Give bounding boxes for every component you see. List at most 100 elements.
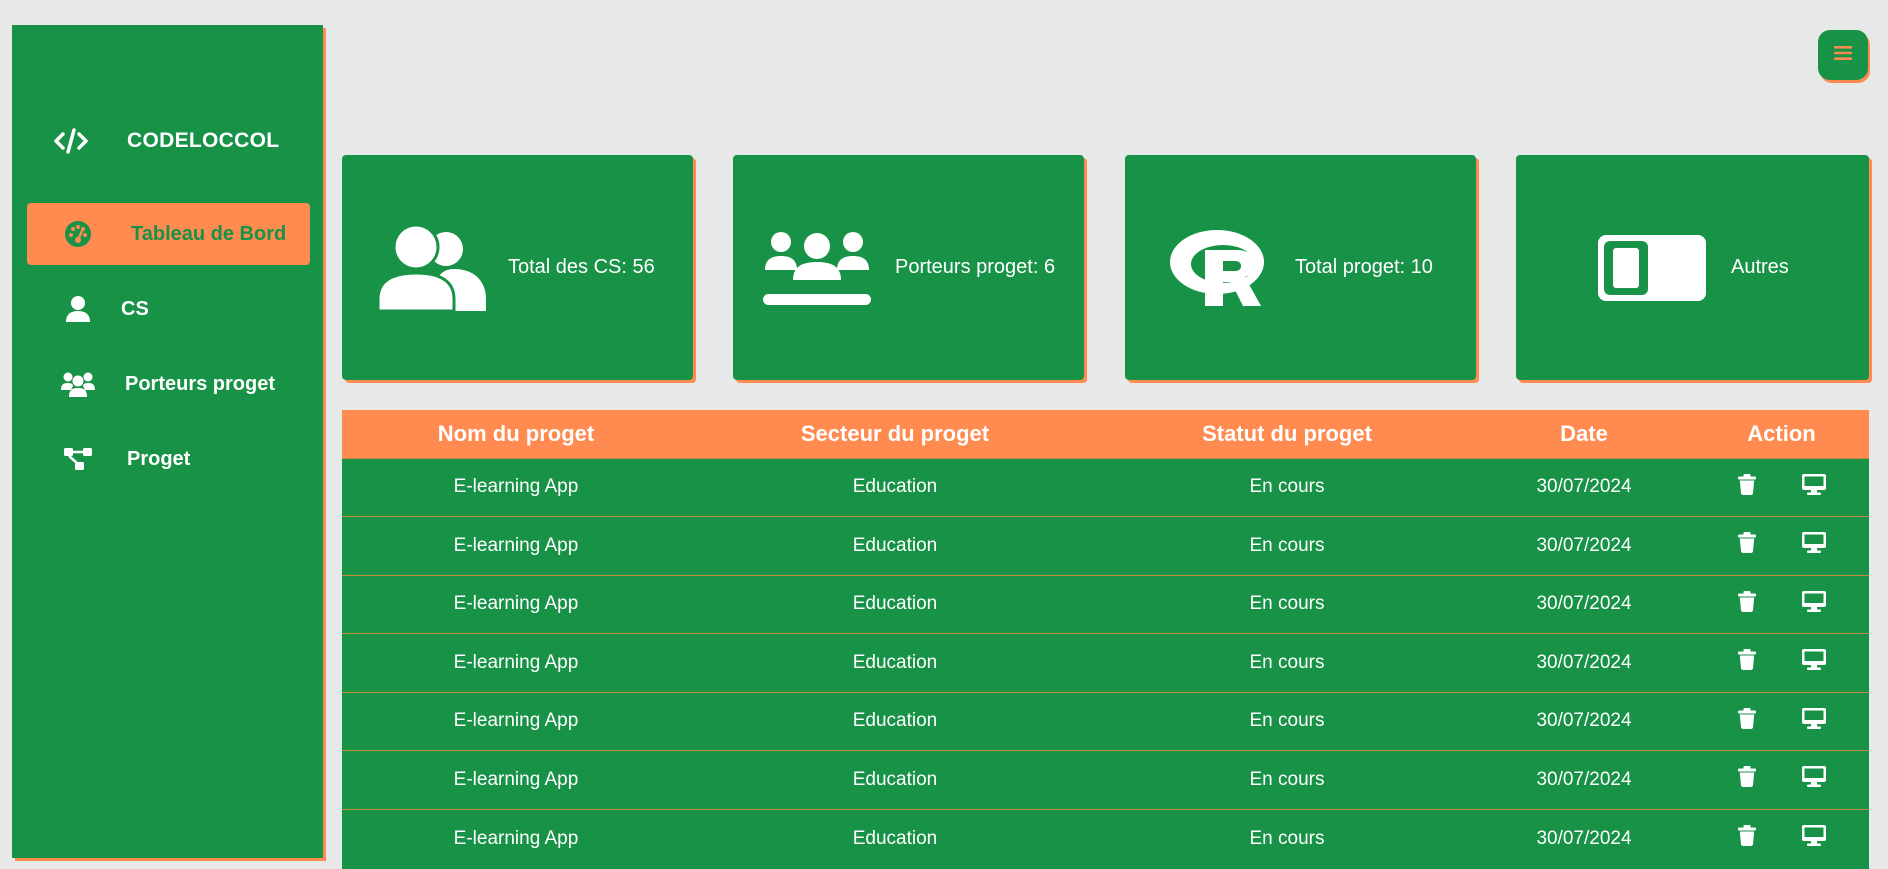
cell-date: 30/07/2024: [1474, 750, 1694, 809]
delete-button[interactable]: [1737, 707, 1756, 735]
desktop-icon: [1801, 766, 1826, 793]
desktop-icon: [1801, 649, 1826, 676]
sidebar-item-label: CS: [121, 297, 149, 320]
cell-secteur: Education: [690, 574, 1100, 634]
cell-nom: E-learning App: [342, 691, 690, 751]
user-group-icon: [378, 224, 486, 311]
view-button[interactable]: [1801, 766, 1826, 793]
cell-action: [1694, 808, 1869, 868]
desktop-icon: [1801, 473, 1826, 501]
cell-date: 30/07/2024: [1474, 574, 1694, 634]
cell-date: 30/07/2024: [1474, 808, 1694, 868]
sidebar-item-proget[interactable]: Proget: [27, 428, 310, 490]
cell-nom: E-learning App: [342, 457, 690, 517]
view-button[interactable]: [1801, 532, 1826, 559]
trash-icon: [1737, 532, 1756, 559]
sidebar-item-label: Proget: [127, 447, 191, 470]
trash-icon: [1737, 649, 1756, 676]
sidebar-item-cs[interactable]: CS: [27, 278, 310, 340]
stat-card-label: Autres: [1731, 256, 1789, 278]
column-header-date[interactable]: Date: [1474, 410, 1694, 458]
menu-toggle-button[interactable]: [1818, 30, 1868, 80]
cell-secteur: Education: [690, 750, 1100, 809]
delete-button[interactable]: [1737, 825, 1756, 852]
cell-statut: En cours: [1100, 691, 1474, 751]
sidebar-item-label: Porteurs proget: [125, 372, 276, 395]
cell-action: [1694, 574, 1869, 634]
toggle-icon: [1598, 234, 1706, 301]
cell-statut: En cours: [1100, 808, 1474, 868]
stat-card-label: Total des CS: 56: [508, 256, 655, 278]
sidebar-item-tableau-de-bord[interactable]: Tableau de Bord: [27, 203, 310, 265]
stat-card-total-proget[interactable]: Total proget: 10: [1125, 155, 1476, 380]
desktop-icon: [1801, 707, 1826, 735]
delete-button[interactable]: [1737, 766, 1756, 793]
menu-icon: [1834, 45, 1852, 66]
table-body: E-learning App Education En cours 30/07/…: [342, 457, 1869, 868]
sidebar: CODELOCCOL Tableau de Bord CS Porteurs p…: [12, 25, 323, 858]
trash-icon: [1737, 766, 1756, 793]
column-header-action: Action: [1694, 410, 1869, 458]
projects-table-container: Nom du proget Secteur du proget Statut d…: [342, 410, 1869, 869]
cell-date: 30/07/2024: [1474, 633, 1694, 692]
people-roof-icon: [763, 230, 871, 306]
sidebar-nav: Tableau de Bord CS Porteurs proget Proge…: [27, 203, 310, 503]
view-button[interactable]: [1801, 473, 1826, 501]
cell-nom: E-learning App: [342, 808, 690, 868]
cell-nom: E-learning App: [342, 516, 690, 575]
stat-card-porteurs-proget[interactable]: Porteurs proget: 6: [733, 155, 1084, 380]
cell-nom: E-learning App: [342, 633, 690, 692]
r-project-icon: [1169, 228, 1269, 308]
view-button[interactable]: [1801, 825, 1826, 852]
column-header-statut[interactable]: Statut du proget: [1100, 410, 1474, 458]
cell-statut: En cours: [1100, 750, 1474, 809]
view-button[interactable]: [1801, 590, 1826, 618]
cell-action: [1694, 750, 1869, 809]
table-row: E-learning App Education En cours 30/07/…: [342, 633, 1869, 692]
cell-statut: En cours: [1100, 633, 1474, 692]
cell-nom: E-learning App: [342, 574, 690, 634]
column-header-nom[interactable]: Nom du proget: [342, 410, 690, 458]
cell-nom: E-learning App: [342, 750, 690, 809]
delete-button[interactable]: [1737, 473, 1756, 501]
trash-icon: [1737, 473, 1756, 501]
desktop-icon: [1801, 825, 1826, 852]
cell-secteur: Education: [690, 633, 1100, 692]
column-header-secteur[interactable]: Secteur du proget: [690, 410, 1100, 458]
cell-statut: En cours: [1100, 574, 1474, 634]
table-row: E-learning App Education En cours 30/07/…: [342, 457, 1869, 517]
delete-button[interactable]: [1737, 590, 1756, 618]
dashboard-icon: [61, 217, 95, 251]
trash-icon: [1737, 707, 1756, 735]
delete-button[interactable]: [1737, 532, 1756, 559]
desktop-icon: [1801, 532, 1826, 559]
cell-secteur: Education: [690, 457, 1100, 517]
sidebar-item-porteurs-proget[interactable]: Porteurs proget: [27, 353, 310, 415]
stat-card-total-cs[interactable]: Total des CS: 56: [342, 155, 693, 380]
delete-button[interactable]: [1737, 649, 1756, 676]
cell-action: [1694, 691, 1869, 751]
code-icon: [50, 128, 92, 154]
table-row: E-learning App Education En cours 30/07/…: [342, 691, 1869, 751]
cell-secteur: Education: [690, 516, 1100, 575]
view-button[interactable]: [1801, 707, 1826, 735]
stat-card-label: Porteurs proget: 6: [895, 256, 1056, 278]
cell-action: [1694, 457, 1869, 517]
cell-date: 30/07/2024: [1474, 516, 1694, 575]
desktop-icon: [1801, 590, 1826, 618]
trash-icon: [1737, 590, 1756, 618]
cell-action: [1694, 633, 1869, 692]
table-header-row: Nom du proget Secteur du proget Statut d…: [342, 410, 1869, 458]
cell-statut: En cours: [1100, 516, 1474, 575]
view-button[interactable]: [1801, 649, 1826, 676]
cell-secteur: Education: [690, 808, 1100, 868]
table-row: E-learning App Education En cours 30/07/…: [342, 750, 1869, 809]
projects-table: Nom du proget Secteur du proget Statut d…: [342, 410, 1869, 868]
cell-secteur: Education: [690, 691, 1100, 751]
brand[interactable]: CODELOCCOL: [50, 103, 279, 179]
project-diagram-icon: [61, 442, 95, 476]
cell-date: 30/07/2024: [1474, 457, 1694, 517]
user-icon: [61, 292, 95, 326]
users-icon: [61, 367, 95, 401]
stat-card-autres[interactable]: Autres: [1516, 155, 1869, 380]
